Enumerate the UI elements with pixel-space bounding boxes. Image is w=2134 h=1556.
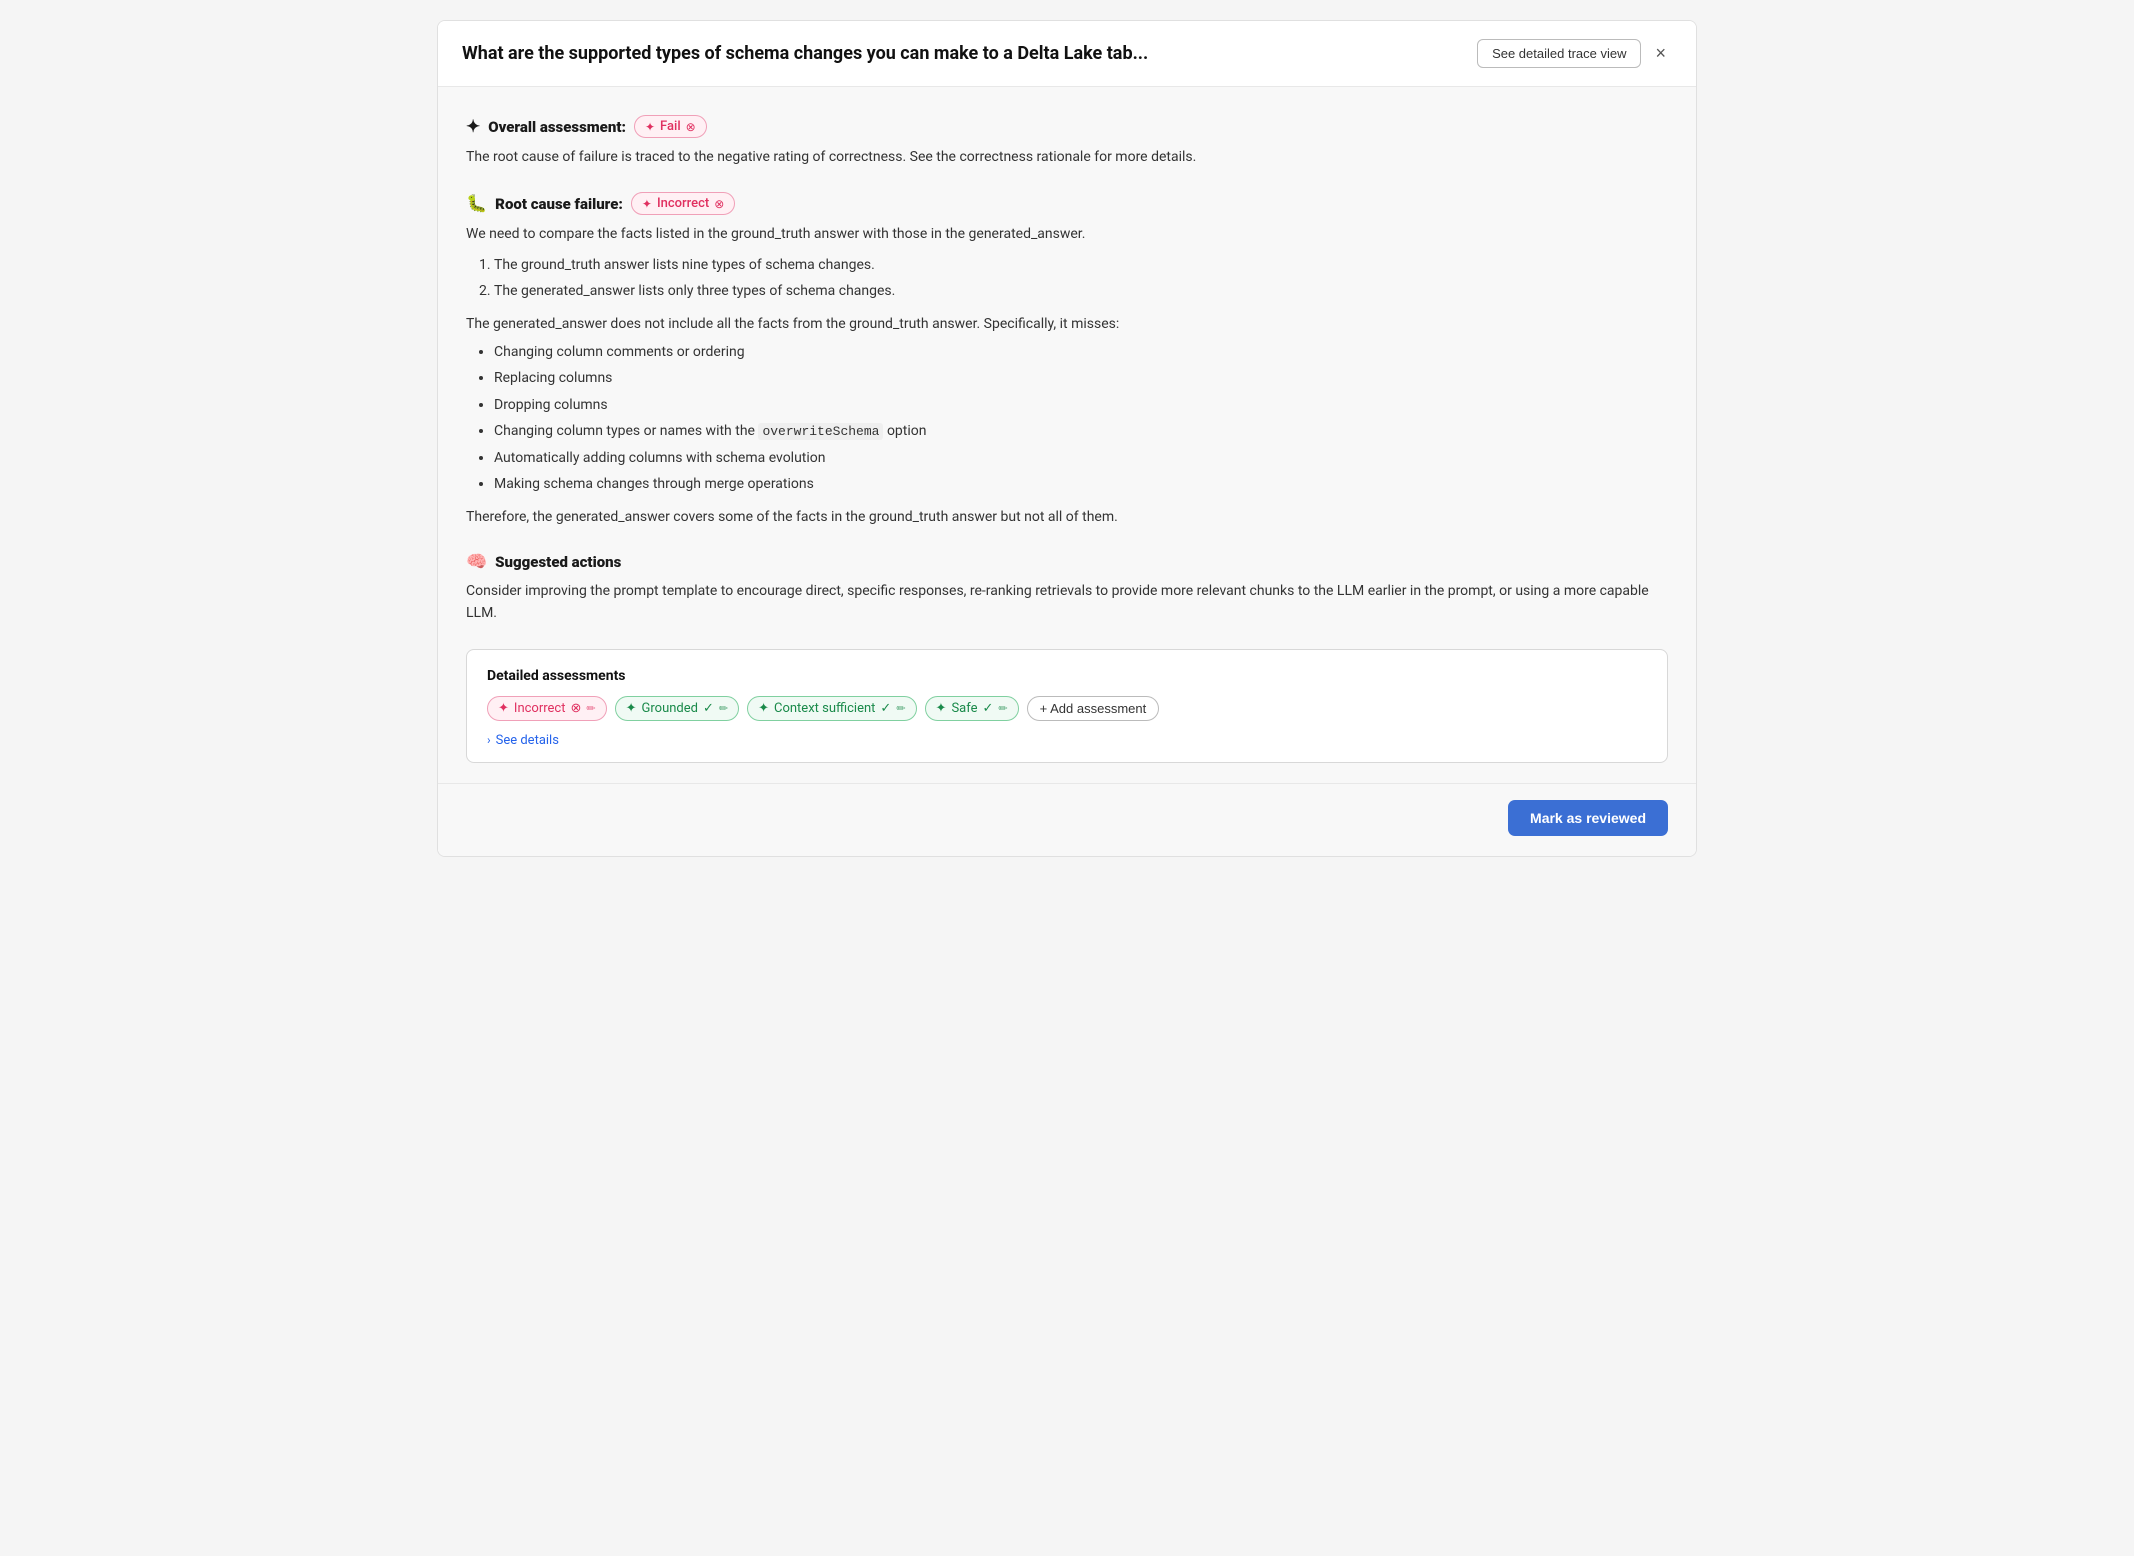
incorrect-badge-label: Incorrect xyxy=(657,196,709,211)
incorrect-assessment-tag[interactable]: ✦ Incorrect ⊗ ✏ xyxy=(487,696,607,721)
suggested-actions-description: Consider improving the prompt template t… xyxy=(466,580,1668,625)
context-tag-check-icon: ✓ xyxy=(880,701,891,716)
context-tag-sparkle-icon: ✦ xyxy=(758,701,769,716)
root-cause-intro: We need to compare the facts listed in t… xyxy=(466,223,1668,245)
list-item: The generated_answer lists only three ty… xyxy=(494,280,1668,302)
incorrect-tag-label: Incorrect xyxy=(514,701,566,716)
list-item: Changing column comments or ordering xyxy=(494,341,1668,363)
detailed-assessments-box: Detailed assessments ✦ Incorrect ⊗ ✏ ✦ G… xyxy=(466,649,1668,763)
chevron-right-icon: › xyxy=(487,733,491,747)
root-cause-label: Root cause failure: xyxy=(495,195,623,213)
main-panel: What are the supported types of schema c… xyxy=(437,20,1697,857)
grounded-tag-check-icon: ✓ xyxy=(703,701,714,716)
root-cause-middle-text: The generated_answer does not include al… xyxy=(466,313,1668,335)
incorrect-badge-x-icon: ⊗ xyxy=(714,197,724,211)
add-assessment-button[interactable]: + Add assessment xyxy=(1027,696,1160,721)
safe-tag-sparkle-icon: ✦ xyxy=(936,701,947,716)
main-content: ✦ Overall assessment: ✦ Fail ⊗ The root … xyxy=(438,87,1696,783)
missed-items-list: Changing column comments or ordering Rep… xyxy=(494,341,1668,496)
incorrect-tag-sparkle-icon: ✦ xyxy=(498,701,509,716)
header-actions: See detailed trace view × xyxy=(1477,39,1672,68)
panel-header: What are the supported types of schema c… xyxy=(438,21,1696,87)
root-cause-section: 🐛 Root cause failure: ✦ Incorrect ⊗ We n… xyxy=(466,192,1668,528)
see-details-label: See details xyxy=(496,733,559,748)
root-cause-conclusion: Therefore, the generated_answer covers s… xyxy=(466,506,1668,528)
root-cause-icon: 🐛 xyxy=(466,194,487,214)
safe-tag-label: Safe xyxy=(951,701,977,716)
suggested-actions-section: 🧠 Suggested actions Consider improving t… xyxy=(466,552,1668,625)
root-cause-list: The ground_truth answer lists nine types… xyxy=(494,254,1668,303)
grounded-assessment-tag[interactable]: ✦ Grounded ✓ ✏ xyxy=(615,696,739,721)
fail-badge: ✦ Fail ⊗ xyxy=(634,115,707,138)
grounded-tag-sparkle-icon: ✦ xyxy=(626,701,637,716)
context-tag-edit-icon[interactable]: ✏ xyxy=(896,702,905,715)
panel-title: What are the supported types of schema c… xyxy=(462,43,1457,64)
list-item: Dropping columns xyxy=(494,394,1668,416)
list-item: Changing column types or names with the … xyxy=(494,420,1668,443)
safe-assessment-tag[interactable]: ✦ Safe ✓ ✏ xyxy=(925,696,1019,721)
root-cause-body: We need to compare the facts listed in t… xyxy=(466,223,1668,528)
incorrect-tag-x-icon: ⊗ xyxy=(570,701,581,716)
fail-badge-sparkle-icon: ✦ xyxy=(645,120,655,134)
see-details-link[interactable]: › See details xyxy=(487,733,1647,748)
close-button[interactable]: × xyxy=(1649,39,1672,68)
list-item: Making schema changes through merge oper… xyxy=(494,473,1668,495)
suggested-actions-icon: 🧠 xyxy=(466,552,487,572)
grounded-tag-label: Grounded xyxy=(642,701,698,716)
overall-assessment-icon: ✦ xyxy=(466,117,480,137)
safe-tag-check-icon: ✓ xyxy=(983,701,994,716)
incorrect-badge: ✦ Incorrect ⊗ xyxy=(631,192,735,215)
root-cause-heading: 🐛 Root cause failure: ✦ Incorrect ⊗ xyxy=(466,192,1668,215)
assessments-tags: ✦ Incorrect ⊗ ✏ ✦ Grounded ✓ ✏ ✦ Context… xyxy=(487,696,1647,721)
incorrect-tag-edit-icon[interactable]: ✏ xyxy=(586,702,595,715)
list-item: The ground_truth answer lists nine types… xyxy=(494,254,1668,276)
trace-view-button[interactable]: See detailed trace view xyxy=(1477,39,1641,68)
overall-assessment-heading: ✦ Overall assessment: ✦ Fail ⊗ xyxy=(466,115,1668,138)
grounded-tag-edit-icon[interactable]: ✏ xyxy=(719,702,728,715)
context-sufficient-assessment-tag[interactable]: ✦ Context sufficient ✓ ✏ xyxy=(747,696,916,721)
panel-footer: Mark as reviewed xyxy=(438,783,1696,856)
context-tag-label: Context sufficient xyxy=(774,701,875,716)
safe-tag-edit-icon[interactable]: ✏ xyxy=(998,702,1007,715)
list-item: Replacing columns xyxy=(494,367,1668,389)
overall-assessment-label: Overall assessment: xyxy=(488,118,626,136)
overall-assessment-description: The root cause of failure is traced to t… xyxy=(466,146,1668,168)
overall-assessment-section: ✦ Overall assessment: ✦ Fail ⊗ The root … xyxy=(466,115,1668,168)
mark-as-reviewed-button[interactable]: Mark as reviewed xyxy=(1508,800,1668,836)
list-item: Automatically adding columns with schema… xyxy=(494,447,1668,469)
suggested-actions-heading: 🧠 Suggested actions xyxy=(466,552,1668,572)
fail-badge-x-icon: ⊗ xyxy=(686,120,696,134)
detailed-assessments-title: Detailed assessments xyxy=(487,668,1647,684)
suggested-actions-label: Suggested actions xyxy=(495,553,621,571)
incorrect-badge-sparkle-icon: ✦ xyxy=(642,197,652,211)
fail-badge-label: Fail xyxy=(660,119,681,134)
